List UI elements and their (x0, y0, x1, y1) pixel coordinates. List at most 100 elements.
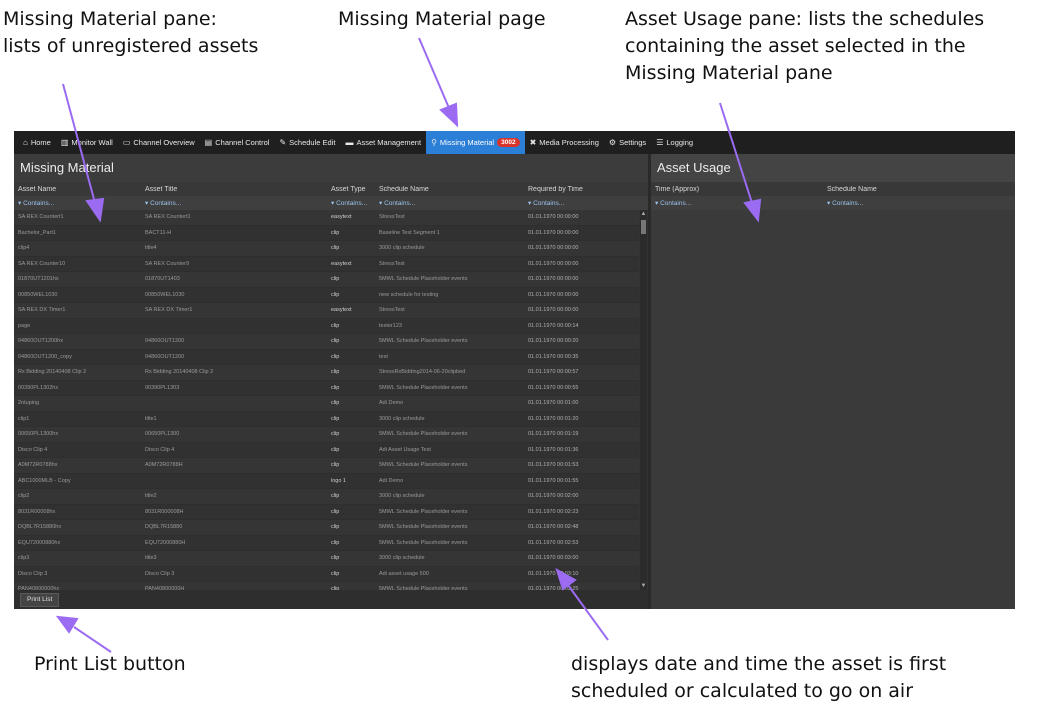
nav-media-processing[interactable]: ✖ Media Processing (525, 131, 604, 154)
cell-schedule-name: 3000 clip schedule (379, 415, 425, 422)
cell-schedule-name: 5MWL Schedule Placeholder events (379, 276, 468, 283)
filter-usage-schedule-name[interactable]: ▾ Contains... (823, 199, 973, 207)
filter-required-by-time[interactable]: ▾ Contains... (524, 199, 634, 207)
table-row[interactable]: SA REX DX Timer1 SA REX DX Timer1 easytext… (14, 303, 639, 319)
missing-scrollbar[interactable]: ▲ ▼ (640, 210, 647, 590)
cell-required-by-time: 01.01.1970 00:00:00 (528, 245, 579, 252)
table-row[interactable]: 00850WEL1030 00850WEL1030 clip new schedule… (14, 287, 639, 303)
table-row[interactable]: EQU72000880hx EQU72000880H clip 5MWL Schedu… (14, 535, 639, 551)
cell-asset-name: 8031R00008hx (18, 508, 56, 515)
table-row[interactable]: clip1 title1 clip 3000 clip schedule 01.01.1… (14, 411, 639, 427)
cell-required-by-time: 01.01.1970 00:00:35 (528, 353, 579, 360)
cell-schedule-name: 5MWL Schedule Placeholder events (379, 462, 468, 469)
cell-asset-type: clip (331, 369, 340, 376)
nav-channel-control[interactable]: ▤ Channel Control (200, 131, 275, 154)
column-asset-name[interactable]: Asset Name (14, 186, 141, 193)
column-asset-type[interactable]: Asset Type (327, 186, 375, 193)
table-row[interactable]: 04860OUT1200_copy 04860OUT1200 clip test 01.… (14, 349, 639, 365)
cell-asset-name: Bachelor_Part1 (18, 229, 56, 236)
cell-asset-title: title4 (145, 245, 157, 252)
cell-required-by-time: 01.01.1970 00:00:57 (528, 369, 579, 376)
nav-channel-overview[interactable]: ▭ Channel Overview (118, 131, 200, 154)
cell-required-by-time: 01.01.1970 00:02:53 (528, 539, 579, 546)
table-row[interactable]: ABC1000MLB - Copy logo 1 Adi Demo 01.01.197… (14, 473, 639, 489)
filter-asset-type[interactable]: ▾ Contains... (327, 199, 375, 207)
cell-schedule-name: Adi Demo (379, 477, 404, 484)
table-row[interactable]: DQBL7R15880hx DQBL7R15880 clip 5MWL Schedul… (14, 520, 639, 536)
table-row[interactable]: clip3 title3 clip 3000 clip schedule 01.01.1… (14, 551, 639, 567)
cell-asset-name: clip4 (18, 245, 30, 252)
asset-usage-pane: Asset Usage Time (Approx) Schedule Name … (651, 154, 1015, 609)
cell-schedule-name: 5MWL Schedule Placeholder events (379, 338, 468, 345)
nav-missing-material[interactable]: ⚲ Missing Material 3002 (426, 131, 525, 154)
nav-settings[interactable]: ⚙ Settings (604, 131, 651, 154)
cell-asset-type: clip (331, 229, 340, 236)
cell-asset-name: 00650PL1300hx (18, 431, 59, 438)
cell-asset-name: 04860OUT1200_copy (18, 353, 72, 360)
filter-asset-title[interactable]: ▾ Contains... (141, 199, 327, 207)
cell-asset-type: clip (331, 555, 340, 562)
table-row[interactable]: 04860OUT1200hx 04860OUT1200 clip 5MWL Sched… (14, 334, 639, 350)
missing-footer: Print List (14, 590, 648, 609)
arrow-missing-page-head (439, 102, 459, 128)
filter-time-approx[interactable]: ▾ Contains... (651, 199, 823, 207)
table-row[interactable]: 8031R00008hx 8031R000008H clip 5MWL Schedul… (14, 504, 639, 520)
cell-asset-type: clip (331, 276, 340, 283)
cell-required-by-time: 01.01.1970 00:01:53 (528, 462, 579, 469)
table-row[interactable]: 00390PL1302hx 00390PL1303 clip 5MWL Schedul… (14, 380, 639, 396)
cell-asset-type: clip (331, 431, 340, 438)
cell-required-by-time: 01.01.1970 00:01:19 (528, 431, 579, 438)
cell-asset-title: 01870UT1403 (145, 276, 180, 283)
scroll-thumb[interactable] (641, 220, 646, 234)
column-time-approx[interactable]: Time (Approx) (651, 186, 823, 193)
cell-required-by-time: 01.01.1970 00:01:36 (528, 446, 579, 453)
cell-required-by-time: 01.01.1970 00:00:00 (528, 214, 579, 221)
nav-schedule-edit[interactable]: ✎ Schedule Edit (274, 131, 340, 154)
table-row[interactable]: A0M72R0788hx A0M72R0788H clip 5MWL Schedule… (14, 458, 639, 474)
cell-asset-title: SA REX Counter9 (145, 260, 190, 267)
column-usage-schedule-name[interactable]: Schedule Name (823, 186, 973, 193)
table-row[interactable]: clip2 title2 clip 3000 clip schedule 01.01.1… (14, 489, 639, 505)
nav-monitor-wall[interactable]: ▥ Monitor Wall (56, 131, 118, 154)
table-row[interactable]: page clip tester123 01.01.1970 00:00:14 (14, 318, 639, 334)
filter-asset-name[interactable]: ▾ Contains... (14, 199, 141, 207)
cell-asset-type: clip (331, 338, 340, 345)
channel-control-icon: ▤ (204, 138, 213, 147)
table-row[interactable]: 01870UT1201hx 01870UT1403 clip 5MWL Schedul… (14, 272, 639, 288)
cell-asset-title: 04860OUT1200 (145, 338, 185, 345)
table-row[interactable]: 2ntuping clip Adi Demo 01.01.1970 00:01:00 (14, 396, 639, 412)
print-list-button[interactable]: Print List (20, 593, 60, 607)
monitor-wall-icon: ▥ (60, 138, 69, 147)
cell-asset-type: clip (331, 400, 340, 407)
scroll-up-icon[interactable]: ▲ (640, 210, 647, 218)
cell-asset-title: Disco Clip 3 (145, 570, 175, 577)
callout-asset-usage: Asset Usage pane: lists the schedules co… (625, 8, 985, 84)
table-row[interactable]: Disco Clip 3 Disco Clip 3 clip Adi asset us… (14, 566, 639, 582)
column-asset-title[interactable]: Asset Title (141, 186, 327, 193)
cell-asset-name: 01870UT1201hx (18, 276, 59, 283)
cell-schedule-name: 5MWL Schedule Placeholder events (379, 431, 468, 438)
table-row[interactable]: Disco Clip 4 Disco Clip 4 clip Adi Asset Us… (14, 442, 639, 458)
nav-home[interactable]: ⌂ Home (18, 131, 56, 154)
column-schedule-name[interactable]: Schedule Name (375, 186, 524, 193)
cell-asset-title: title3 (145, 555, 157, 562)
cell-required-by-time: 01.01.1970 00:00:55 (528, 384, 579, 391)
cell-asset-type: clip (331, 508, 340, 515)
nav-asset-management[interactable]: ▬ Asset Management (340, 131, 426, 154)
table-row[interactable]: SA REX Counter10 SA REX Counter9 easytext S… (14, 256, 639, 272)
nav-logging[interactable]: ☰ Logging (651, 131, 698, 154)
column-required-by-time[interactable]: Required by Time (524, 186, 634, 193)
cell-asset-type: easytext (331, 260, 352, 267)
filter-schedule-name[interactable]: ▾ Contains... (375, 199, 524, 207)
table-row[interactable]: Rx Bidding 20140408 Clip 2 Rx Bidding 201… (14, 365, 639, 381)
cell-asset-name: page (18, 322, 31, 329)
table-row[interactable]: 00650PL1300hx 00650PL1300 clip 5MWL Schedul… (14, 427, 639, 443)
cell-required-by-time: 01.01.1970 00:00:00 (528, 260, 579, 267)
scroll-down-icon[interactable]: ▼ (640, 582, 647, 590)
table-row[interactable]: SA REX Countert1 SA REX Countert1 easytext… (14, 210, 639, 226)
table-row[interactable]: Bachelor_Part1 BACT11-H clip Baseline Test … (14, 225, 639, 241)
table-row[interactable]: clip4 title4 clip 3000 clip schedule 01.01.1… (14, 241, 639, 257)
cell-asset-name: 00390PL1302hx (18, 384, 59, 391)
cell-schedule-name: new schedule for testing (379, 291, 439, 298)
cell-required-by-time: 01.01.1970 00:02:23 (528, 508, 579, 515)
